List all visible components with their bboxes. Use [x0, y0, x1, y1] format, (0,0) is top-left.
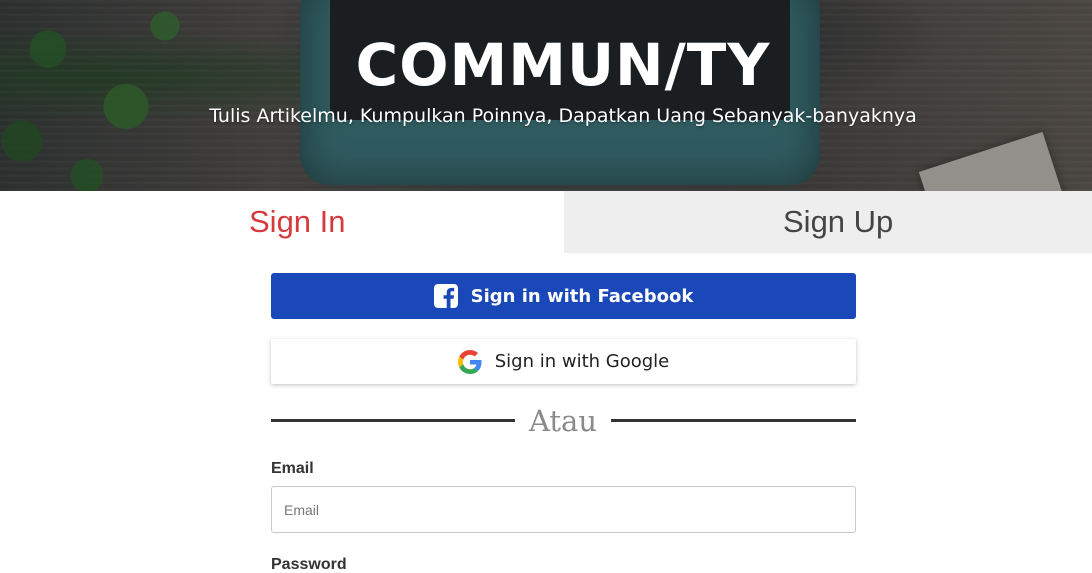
google-sign-in-label: Sign in with Google: [494, 351, 670, 372]
facebook-sign-in-label: Sign in with Facebook: [470, 285, 694, 307]
tab-sign-up[interactable]: Sign Up: [564, 191, 1092, 253]
divider-line-left: [271, 419, 515, 422]
email-label: Email: [271, 460, 314, 477]
facebook-icon: [433, 284, 458, 308]
tab-sign-in[interactable]: Sign In: [0, 191, 564, 253]
divider-text: Atau: [528, 404, 598, 438]
google-icon: [457, 349, 482, 374]
facebook-sign-in-button[interactable]: Sign in with Facebook: [271, 273, 856, 319]
google-sign-in-button[interactable]: Sign in with Google: [271, 339, 856, 384]
hero-banner: COMMUN/TY Tulis Artikelmu, Kumpulkan Poi…: [0, 0, 1092, 191]
password-label: Password: [271, 556, 347, 573]
tab-sign-up-label: Sign Up: [783, 204, 894, 239]
login-page: COMMUN/TY Tulis Artikelmu, Kumpulkan Poi…: [0, 0, 1092, 573]
tab-sign-in-label: Sign In: [249, 204, 346, 239]
hero-tagline: Tulis Artikelmu, Kumpulkan Poinnya, Dapa…: [209, 105, 917, 127]
email-input[interactable]: [271, 486, 856, 533]
brand-logo: COMMUN/TY: [355, 31, 771, 99]
divider-line-right: [611, 419, 856, 422]
